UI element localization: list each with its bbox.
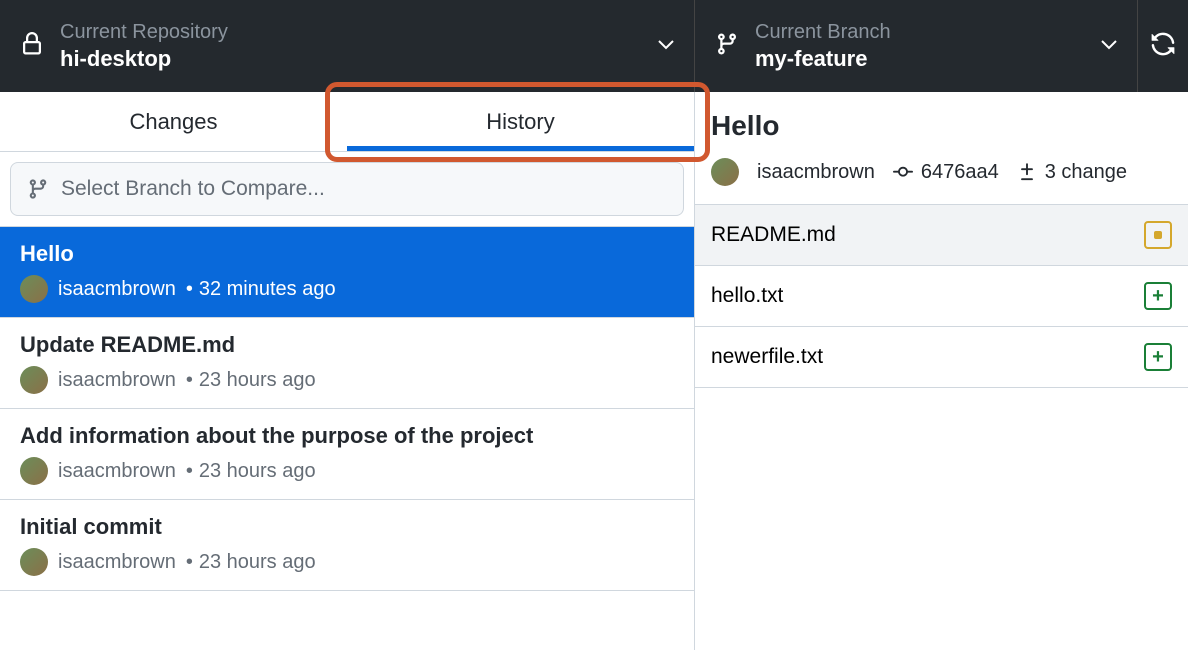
file-status-modified-icon xyxy=(1144,221,1172,249)
repo-name: hi-desktop xyxy=(60,46,658,72)
commit-author: isaacmbrown xyxy=(58,369,176,392)
avatar xyxy=(20,548,48,576)
commit-item[interactable]: Add information about the purpose of the… xyxy=(0,409,694,500)
file-status-added-icon: + xyxy=(1144,343,1172,371)
app-header: Current Repository hi-desktop Current Br… xyxy=(0,0,1188,92)
avatar xyxy=(711,158,739,186)
branch-name: my-feature xyxy=(755,46,1101,72)
separator: • xyxy=(186,551,193,574)
commit-time: 23 hours ago xyxy=(199,369,316,392)
commit-author: isaacmbrown xyxy=(58,278,176,301)
detail-sha-value: 6476aa4 xyxy=(921,161,999,184)
commit-item[interactable]: Update README.md isaacmbrown • 23 hours … xyxy=(0,318,694,409)
commit-item[interactable]: Hello isaacmbrown • 32 minutes ago xyxy=(0,227,694,318)
tab-label: History xyxy=(486,109,554,135)
file-list: README.md hello.txt + newerfile.txt + xyxy=(695,204,1188,388)
file-item[interactable]: hello.txt + xyxy=(695,266,1188,327)
lock-icon xyxy=(20,30,44,63)
separator: • xyxy=(186,369,193,392)
commit-title: Initial commit xyxy=(20,514,674,540)
commit-time: 32 minutes ago xyxy=(199,278,336,301)
commit-author: isaacmbrown xyxy=(58,551,176,574)
file-status-added-icon: + xyxy=(1144,282,1172,310)
commit-detail-panel: Hello isaacmbrown 6476aa4 3 change READM… xyxy=(695,92,1188,650)
commit-meta: isaacmbrown • 32 minutes ago xyxy=(20,275,674,303)
commit-meta: isaacmbrown • 23 hours ago xyxy=(20,366,674,394)
commit-time: 23 hours ago xyxy=(199,551,316,574)
file-item[interactable]: newerfile.txt + xyxy=(695,327,1188,388)
file-item[interactable]: README.md xyxy=(695,205,1188,266)
branch-labels: Current Branch my-feature xyxy=(755,21,1101,72)
branch-selector-placeholder: Select Branch to Compare... xyxy=(61,177,325,201)
tab-label: Changes xyxy=(129,109,217,135)
file-name: newerfile.txt xyxy=(711,345,823,369)
git-branch-icon xyxy=(27,178,49,200)
commit-meta: isaacmbrown • 23 hours ago xyxy=(20,457,674,485)
commit-time: 23 hours ago xyxy=(199,460,316,483)
branch-compare-selector[interactable]: Select Branch to Compare... xyxy=(10,162,684,216)
commit-item[interactable]: Initial commit isaacmbrown • 23 hours ag… xyxy=(0,500,694,591)
chevron-down-icon xyxy=(658,37,674,55)
sync-icon xyxy=(1150,31,1176,62)
chevron-down-icon xyxy=(1101,37,1117,55)
branch-label: Current Branch xyxy=(755,21,1101,44)
tab-changes[interactable]: Changes xyxy=(0,92,347,151)
avatar xyxy=(20,275,48,303)
detail-sha: 6476aa4 xyxy=(893,161,999,184)
detail-author: isaacmbrown xyxy=(711,158,875,186)
branch-selector-header[interactable]: Current Branch my-feature xyxy=(695,0,1138,92)
file-name: README.md xyxy=(711,223,836,247)
commit-list: Hello isaacmbrown • 32 minutes ago Updat… xyxy=(0,226,694,591)
commit-meta: isaacmbrown • 23 hours ago xyxy=(20,548,674,576)
diff-icon xyxy=(1017,162,1037,182)
separator: • xyxy=(186,278,193,301)
detail-title: Hello xyxy=(695,92,1188,152)
commit-title: Add information about the purpose of the… xyxy=(20,423,674,449)
main-content: Changes History Select Branch to Compare… xyxy=(0,92,1188,650)
detail-changes: 3 change xyxy=(1017,161,1127,184)
repo-labels: Current Repository hi-desktop xyxy=(60,21,658,72)
detail-meta: isaacmbrown 6476aa4 3 change xyxy=(695,152,1188,204)
commit-icon xyxy=(893,162,913,182)
commit-title: Hello xyxy=(20,241,674,267)
file-name: hello.txt xyxy=(711,284,783,308)
sync-button[interactable] xyxy=(1138,0,1188,92)
avatar xyxy=(20,366,48,394)
repo-selector[interactable]: Current Repository hi-desktop xyxy=(0,0,695,92)
tab-history[interactable]: History xyxy=(347,92,694,151)
detail-author-name: isaacmbrown xyxy=(757,161,875,184)
avatar xyxy=(20,457,48,485)
repo-label: Current Repository xyxy=(60,21,658,44)
left-panel: Changes History Select Branch to Compare… xyxy=(0,92,695,650)
separator: • xyxy=(186,460,193,483)
commit-author: isaacmbrown xyxy=(58,460,176,483)
detail-changes-label: 3 change xyxy=(1045,161,1127,184)
tabs: Changes History xyxy=(0,92,694,152)
git-branch-icon xyxy=(715,30,739,63)
commit-title: Update README.md xyxy=(20,332,674,358)
